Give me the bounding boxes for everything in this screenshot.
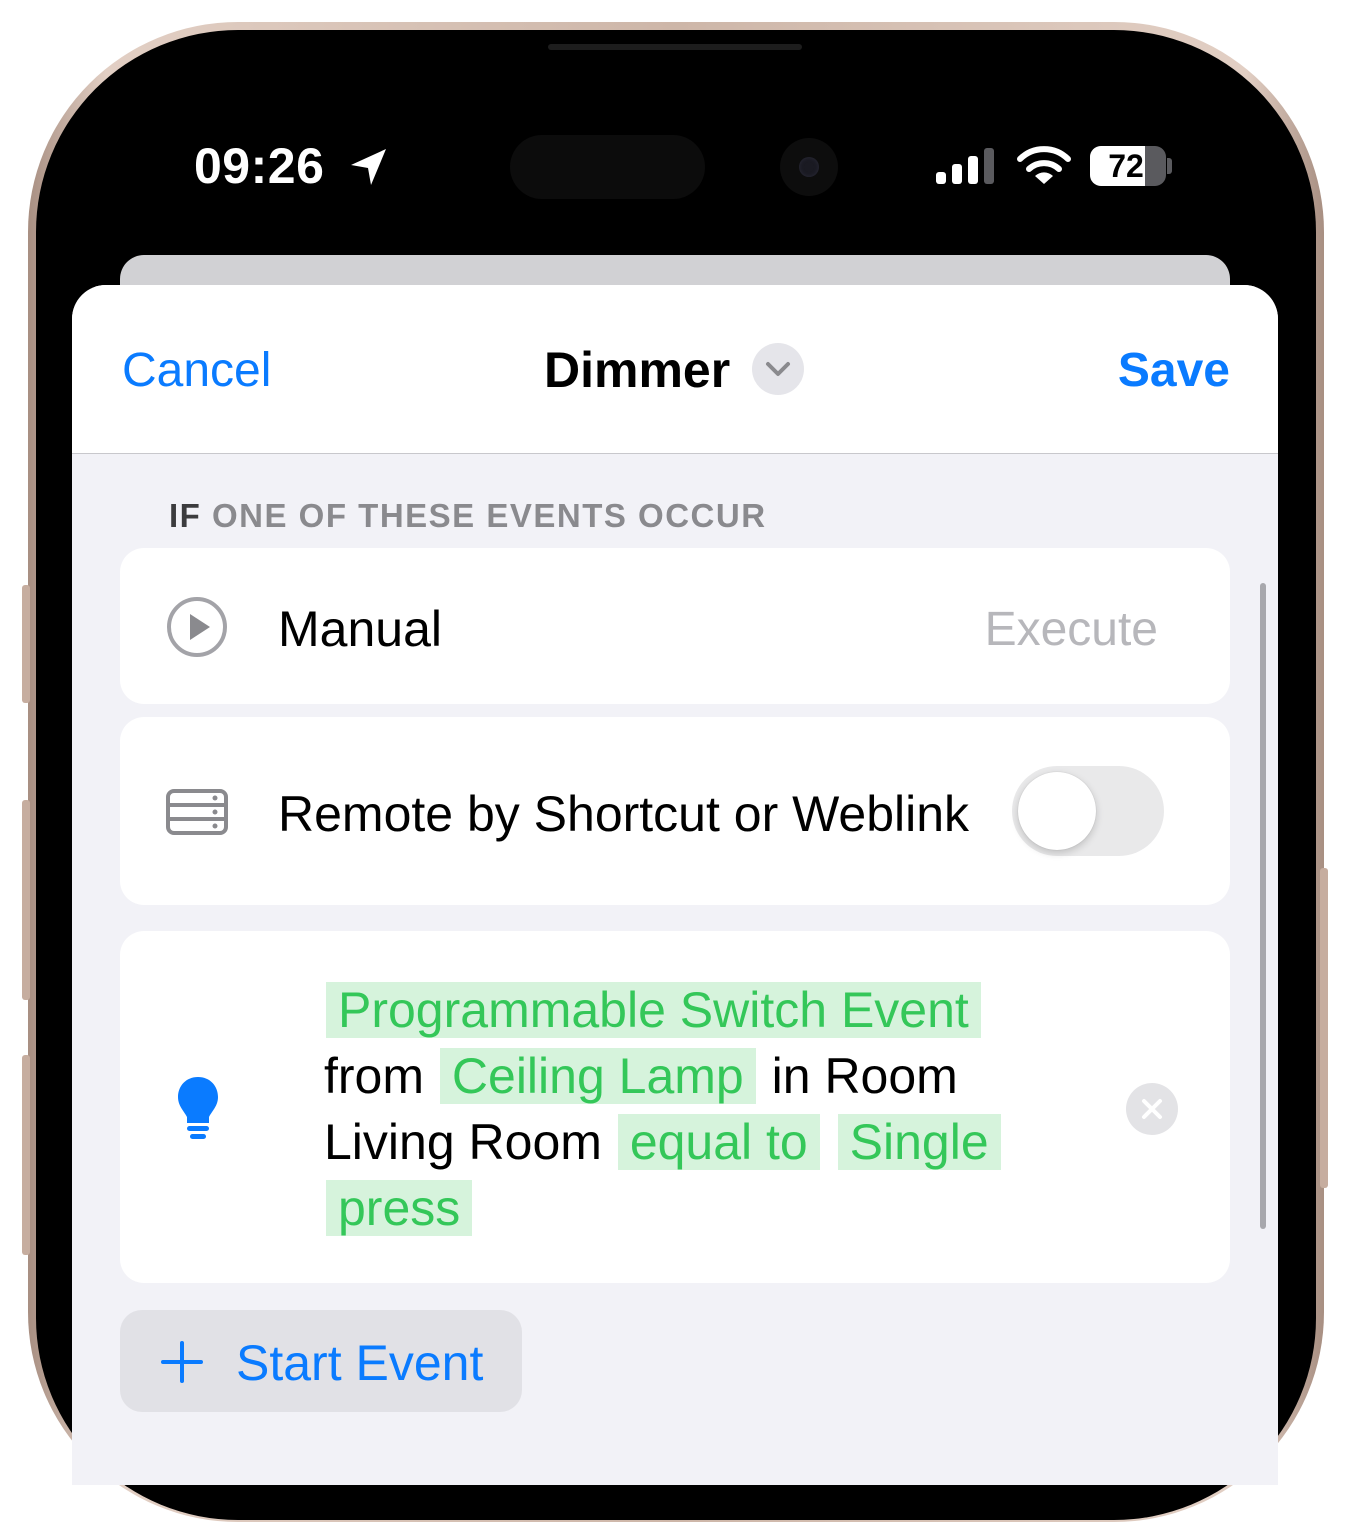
remote-toggle[interactable] [1012,766,1164,856]
save-button[interactable]: Save [1118,343,1230,398]
operator-token[interactable]: equal to [617,1114,820,1170]
cancel-button[interactable]: Cancel [122,343,271,398]
lightbulb-icon [178,1077,218,1139]
rule-text: Programmable Switch Event from Ceiling La… [324,977,1044,1241]
start-event-label: Start Event [236,1335,484,1391]
cellular-signal-icon [936,148,994,184]
location-arrow-icon [351,149,386,185]
battery-icon: 72 [1090,146,1166,186]
section-header-if: IF [169,497,202,534]
start-event-button[interactable]: Start Event [120,1310,522,1412]
room-name: Living Room [324,1114,602,1170]
event-type-token[interactable]: Programmable Switch Event [326,982,981,1038]
server-rack-icon [166,789,228,835]
switch-event-row[interactable]: Programmable Switch Event from Ceiling La… [120,931,1230,1283]
title-menu-button[interactable] [752,343,804,395]
battery-cap [1167,158,1172,174]
manual-label: Manual [278,601,442,657]
play-circle-icon [167,597,227,657]
section-header: IF ONE OF THESE EVENTS OCCUR [169,497,767,535]
chevron-down-icon [766,362,790,376]
battery-percentage: 72 [1108,148,1144,184]
dynamic-island [510,135,705,199]
front-camera [780,138,838,196]
close-icon [1142,1099,1162,1119]
volume-down-button [22,1055,30,1255]
remove-event-button[interactable] [1126,1083,1178,1135]
page-title[interactable]: Dimmer [544,341,730,399]
status-time: 09:26 [194,138,325,194]
action-button [22,585,30,703]
navigation-bar: Cancel Dimmer Save [72,285,1278,454]
scrollbar[interactable] [1260,583,1266,1229]
remote-event-row: Remote by Shortcut or Weblink [120,717,1230,905]
volume-up-button [22,800,30,1000]
power-button [1320,868,1328,1188]
manual-event-row[interactable]: Manual Execute [120,548,1230,704]
section-header-text: ONE OF THESE EVENTS OCCUR [201,497,767,534]
rule-from-text: from [324,1048,424,1104]
execute-button[interactable]: Execute [985,602,1158,657]
remote-label: Remote by Shortcut or Weblink [278,786,970,842]
accessory-token[interactable]: Ceiling Lamp [439,1048,756,1104]
earpiece-speaker [548,44,802,50]
automation-sheet: Cancel Dimmer Save IF ONE OF THESE EVENT… [72,285,1278,1485]
plus-icon [161,1341,203,1383]
rule-in-room-text: in Room [771,1048,958,1104]
wifi-icon [1017,146,1071,184]
toggle-knob [1018,772,1096,850]
